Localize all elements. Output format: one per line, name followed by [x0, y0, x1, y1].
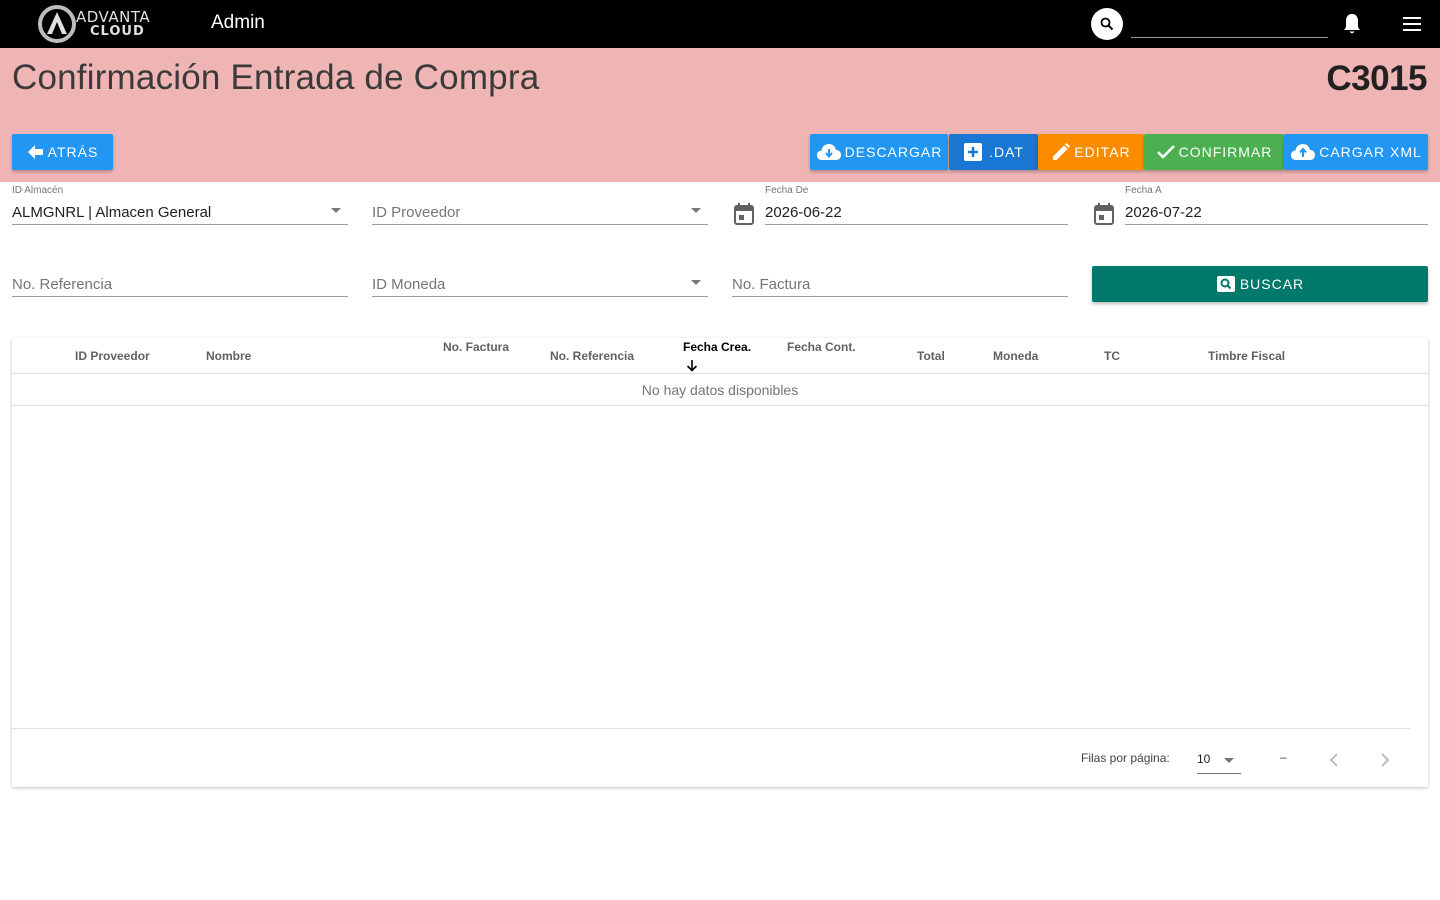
page-code: C3015 — [1326, 59, 1427, 98]
empty-state-text: No hay datos disponibles — [641, 381, 799, 398]
previous-page-button[interactable] — [1322, 748, 1346, 772]
advanta-cloud-logo[interactable]: ADVANTA CLOUD — [36, 4, 160, 44]
almacen-select[interactable]: ID Almacén ALMGNRL | Almacen General — [12, 185, 348, 225]
logo-text-advanta: ADVANTA — [76, 8, 151, 26]
proveedor-placeholder: ID Proveedor — [372, 204, 461, 221]
col-header-tc[interactable]: TC — [1104, 349, 1120, 363]
search-icon — [1100, 17, 1114, 31]
image-search-icon — [1216, 276, 1235, 292]
rows-per-page-label: Filas por página: — [1081, 751, 1170, 765]
next-page-button[interactable] — [1373, 748, 1397, 772]
col-header-no-referencia[interactable]: No. Referencia — [550, 349, 634, 363]
fecha-de-label: Fecha De — [765, 185, 809, 196]
referencia-input[interactable]: No. Referencia — [12, 257, 348, 297]
chevron-down-icon — [331, 208, 341, 213]
arrow-left-icon — [27, 145, 43, 159]
table-footer-divider — [12, 728, 1410, 729]
col-header-moneda[interactable]: Moneda — [993, 349, 1038, 363]
fecha-de-value: 2026-06-22 — [765, 204, 842, 221]
page-title: Confirmación Entrada de Compra — [12, 58, 540, 97]
chevron-left-icon — [1329, 753, 1338, 767]
search-button[interactable] — [1091, 8, 1123, 40]
app-title: Admin — [211, 12, 265, 33]
cloud-download-icon — [816, 144, 841, 160]
download-button-label: DESCARGAR — [844, 144, 943, 160]
chevron-down-icon — [1224, 758, 1234, 763]
col-header-total[interactable]: Total — [917, 349, 945, 363]
back-button-label: ATRÁS — [47, 144, 99, 160]
rows-per-page-select[interactable]: 10 — [1197, 746, 1241, 774]
moneda-select[interactable]: ID Moneda — [372, 257, 708, 297]
bell-icon[interactable] — [1341, 12, 1363, 36]
calendar-icon[interactable] — [734, 203, 754, 225]
col-header-nombre[interactable]: Nombre — [206, 349, 251, 363]
col-header-timbre-fiscal[interactable]: Timbre Fiscal — [1208, 349, 1285, 363]
confirm-button-label: CONFIRMAR — [1178, 144, 1273, 160]
check-icon — [1156, 145, 1175, 159]
factura-placeholder: No. Factura — [732, 276, 811, 293]
fecha-de-field[interactable]: Fecha De 2026-06-22 — [765, 185, 1068, 225]
rows-per-page-value: 10 — [1197, 752, 1211, 766]
download-button[interactable]: DESCARGAR — [810, 134, 948, 170]
dat-button-label: .DAT — [989, 144, 1024, 160]
almacen-value: ALMGNRL | Almacen General — [12, 204, 212, 221]
confirm-button[interactable]: CONFIRMAR — [1144, 134, 1284, 170]
fecha-a-value: 2026-07-22 — [1125, 204, 1202, 221]
moneda-placeholder: ID Moneda — [372, 276, 446, 293]
col-header-fecha-crea[interactable]: Fecha Crea. — [683, 340, 751, 354]
top-app-bar: ADVANTA CLOUD Admin — [0, 0, 1440, 48]
logo-mark-icon — [38, 5, 76, 43]
edit-button-label: EDITAR — [1074, 144, 1131, 160]
empty-state-row: No hay datos disponibles — [12, 374, 1428, 406]
logo-text-cloud: CLOUD — [90, 24, 145, 39]
proveedor-select[interactable]: ID Proveedor — [372, 185, 708, 225]
col-header-id-proveedor[interactable]: ID Proveedor — [75, 349, 150, 363]
pagination-range: – — [1280, 750, 1287, 764]
factura-input[interactable]: No. Factura — [732, 257, 1068, 297]
fecha-a-label: Fecha A — [1125, 185, 1162, 196]
arrow-down-sort-icon[interactable] — [686, 359, 698, 372]
add-box-icon — [964, 143, 983, 161]
referencia-placeholder: No. Referencia — [12, 276, 113, 293]
chevron-right-icon — [1381, 753, 1390, 767]
dat-button[interactable]: .DAT — [949, 134, 1038, 170]
almacen-label: ID Almacén — [12, 185, 64, 196]
upload-xml-button-label: CARGAR XML — [1319, 144, 1422, 160]
upload-xml-button[interactable]: CARGAR XML — [1284, 134, 1428, 170]
menu-icon[interactable] — [1401, 14, 1423, 34]
chevron-down-icon — [691, 280, 701, 285]
global-search-input[interactable] — [1131, 10, 1328, 38]
edit-button[interactable]: EDITAR — [1038, 134, 1144, 170]
search-submit-label: BUSCAR — [1239, 276, 1305, 292]
col-header-no-factura[interactable]: No. Factura — [443, 340, 509, 354]
cloud-upload-icon — [1291, 144, 1316, 160]
calendar-icon[interactable] — [1094, 203, 1114, 225]
chevron-down-icon — [691, 208, 701, 213]
pencil-icon — [1053, 143, 1071, 160]
fecha-a-field[interactable]: Fecha A 2026-07-22 — [1125, 185, 1428, 225]
back-button[interactable]: ATRÁS — [12, 134, 113, 170]
results-table: ID Proveedor Nombre No. Factura No. Refe… — [12, 338, 1428, 787]
col-header-fecha-cont[interactable]: Fecha Cont. — [787, 340, 856, 354]
search-submit-button[interactable]: BUSCAR — [1092, 266, 1428, 302]
